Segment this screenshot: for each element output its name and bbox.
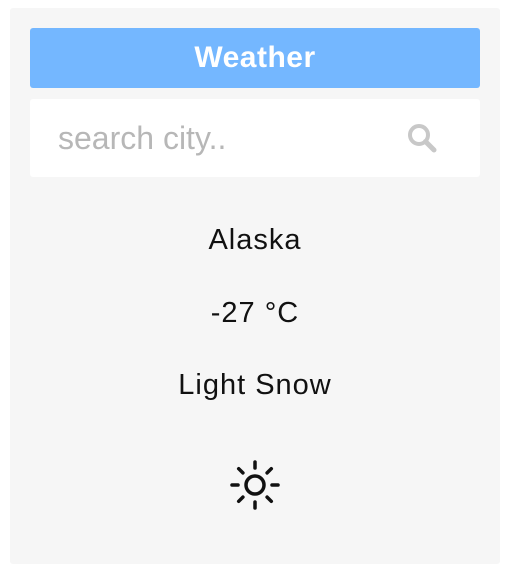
search-icon[interactable] <box>406 122 438 154</box>
weather-description: Light Snow <box>178 369 332 401</box>
city-name: Alaska <box>208 224 302 256</box>
search-input[interactable] <box>58 113 388 163</box>
app-title-text: Weather <box>194 41 316 74</box>
search-button[interactable] <box>405 121 439 155</box>
weather-card: Weather Alaska -27 °C Light Snow <box>10 8 500 564</box>
temperature: -27 °C <box>210 297 300 329</box>
search-bar <box>30 99 480 177</box>
app-title: Weather <box>30 28 480 88</box>
sun-icon <box>230 460 280 510</box>
